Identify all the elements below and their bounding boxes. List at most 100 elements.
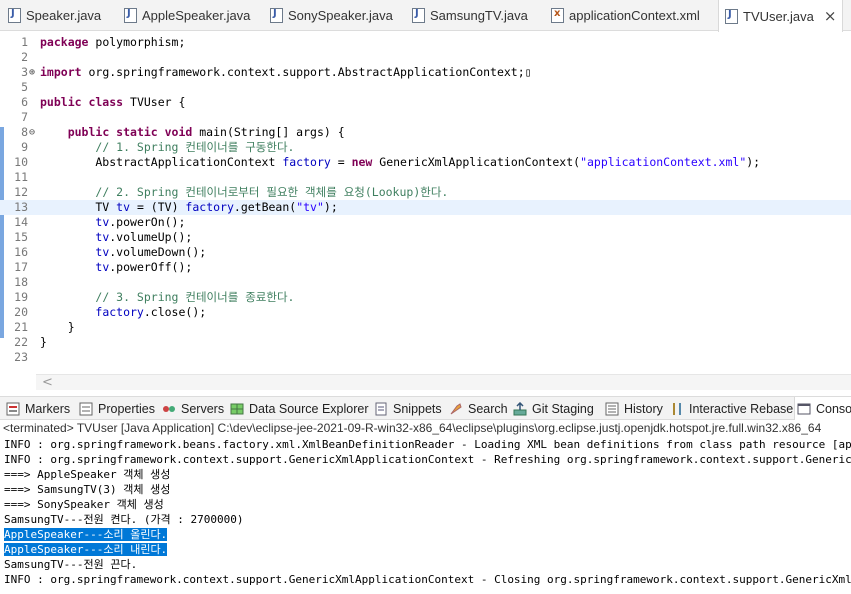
console-icon xyxy=(797,403,811,414)
code-line[interactable]: 2 xyxy=(0,50,851,65)
console-process-header: <terminated> TVUser [Java Application] C… xyxy=(3,421,822,435)
console-text: SamsungTV---전원 켠다. (가격 : 2700000) xyxy=(4,513,244,526)
code-line[interactable]: 3 ⊕ import org.springframework.context.sup… xyxy=(0,65,851,80)
java-file-icon xyxy=(8,8,21,23)
tab-markers[interactable]: Markers xyxy=(6,397,70,420)
tab-label: Properties xyxy=(98,401,155,416)
code-line[interactable]: 1 package polymorphism; xyxy=(0,35,851,50)
code-text: } xyxy=(40,320,75,334)
console-line[interactable]: AppleSpeaker---소리 올린다. xyxy=(0,527,851,542)
history-icon xyxy=(605,402,619,415)
tab-git-staging[interactable]: Git Staging xyxy=(513,397,594,420)
code-line[interactable]: 13 TV tv = (TV) factory.getBean("tv"); xyxy=(0,200,851,215)
console-text: SamsungTV---전원 끈다. xyxy=(4,558,138,571)
code-text: // 2. Spring 컨테이너로부터 필요한 객체를 요청(Lookup)한… xyxy=(95,185,449,199)
console-text: ===> AppleSpeaker 객체 생성 xyxy=(4,468,171,481)
line-number: 7 xyxy=(21,110,28,124)
search-icon xyxy=(450,402,462,414)
console-line[interactable]: INFO : org.springframework.context.suppo… xyxy=(0,452,851,467)
code-line[interactable]: 8 ⊖ public static void main(String[] args… xyxy=(0,125,851,140)
view-tab-bar: Markers Properties Servers Data Source E… xyxy=(0,396,851,420)
console-line[interactable]: ===> AppleSpeaker 객체 생성 xyxy=(0,467,851,482)
line-number: 22 xyxy=(14,335,28,349)
code-line[interactable]: 7 xyxy=(0,110,851,125)
code-line[interactable]: 20 factory.close(); xyxy=(0,305,851,320)
code-line[interactable]: 21 } xyxy=(0,320,851,335)
line-number: 23 xyxy=(14,350,28,364)
code-text: TV tv = (TV) factory.getBean("tv"); xyxy=(40,200,338,214)
code-text: import org.springframework.context.suppo… xyxy=(40,65,532,79)
code-line[interactable]: 12 // 2. Spring 컨테이너로부터 필요한 객체를 요청(Looku… xyxy=(0,185,851,200)
code-text: tv.powerOff(); xyxy=(95,260,193,274)
tab-applespeaker-java[interactable]: AppleSpeaker.java xyxy=(124,0,250,31)
line-number: 21 xyxy=(14,320,28,334)
console-line[interactable]: ===> SamsungTV(3) 객체 생성 xyxy=(0,482,851,497)
console-line[interactable]: SamsungTV---전원 끈다. xyxy=(0,557,851,572)
tab-label: History xyxy=(624,401,663,416)
git-staging-icon xyxy=(513,401,527,415)
tab-applicationcontext-xml[interactable]: applicationContext.xml xyxy=(551,0,700,31)
tab-history[interactable]: History xyxy=(605,397,663,420)
line-number: 10 xyxy=(14,155,28,169)
tab-label: AppleSpeaker.java xyxy=(142,8,251,23)
editor-tab-bar: Speaker.java AppleSpeaker.java SonySpeak… xyxy=(0,0,851,32)
code-text: // 3. Spring 컨테이너를 종료한다. xyxy=(95,290,295,304)
close-icon[interactable]: × xyxy=(824,7,837,25)
code-line[interactable]: 14 tv.powerOn(); xyxy=(0,215,851,230)
tab-label: Servers xyxy=(181,401,225,416)
code-text: factory.close(); xyxy=(95,305,207,319)
line-number: 13 xyxy=(14,200,28,214)
console-text: ===> SamsungTV(3) 객체 생성 xyxy=(4,483,171,496)
code-line[interactable]: 23 xyxy=(0,350,851,365)
tab-label: TVUser.java xyxy=(743,8,814,24)
tab-label: SamsungTV.java xyxy=(430,8,528,23)
code-line[interactable]: 16 tv.volumeDown(); xyxy=(0,245,851,260)
line-number: 1 xyxy=(21,35,28,49)
tab-servers[interactable]: Servers xyxy=(162,397,224,420)
markers-icon xyxy=(6,402,20,415)
code-line[interactable]: 10 AbstractApplicationContext factory = … xyxy=(0,155,851,170)
editor-horizontal-scrollbar[interactable]: < xyxy=(36,374,851,390)
scroll-left-icon[interactable]: < xyxy=(42,375,53,390)
servers-icon xyxy=(163,405,175,412)
console-line[interactable]: SamsungTV---전원 켠다. (가격 : 2700000) xyxy=(0,512,851,527)
line-number: 14 xyxy=(14,215,28,229)
code-text: tv.volumeUp(); xyxy=(95,230,193,244)
tab-samsungtv-java[interactable]: SamsungTV.java xyxy=(412,0,528,31)
code-line[interactable]: 15 tv.volumeUp(); xyxy=(0,230,851,245)
java-file-icon xyxy=(725,8,738,24)
expand-fold-icon[interactable]: ⊕ xyxy=(29,65,39,80)
tab-tvuser-java[interactable]: TVUser.java × xyxy=(718,0,844,32)
tab-speaker-java[interactable]: Speaker.java xyxy=(8,0,101,31)
code-line[interactable]: 6 public class TVUser { xyxy=(0,95,851,110)
code-line[interactable]: 17 tv.powerOff(); xyxy=(0,260,851,275)
tab-console[interactable]: Console xyxy=(794,397,851,420)
java-file-icon xyxy=(270,8,283,23)
code-line[interactable]: 19 // 3. Spring 컨테이너를 종료한다. xyxy=(0,290,851,305)
tab-search[interactable]: Search xyxy=(449,397,508,420)
code-line[interactable]: 18 xyxy=(0,275,851,290)
code-editor[interactable]: < 1 package polymorphism; 2 3 ⊕ import org.sp… xyxy=(0,32,851,390)
tab-data-source-explorer[interactable]: Data Source Explorer xyxy=(230,397,369,420)
tab-label: Search xyxy=(468,401,508,416)
tab-sonyspeaker-java[interactable]: SonySpeaker.java xyxy=(270,0,393,31)
code-line[interactable]: 22} xyxy=(0,335,851,350)
java-file-icon xyxy=(412,8,425,23)
console-line[interactable]: INFO : org.springframework.context.suppo… xyxy=(0,572,851,587)
tab-properties[interactable]: Properties xyxy=(79,397,155,420)
console-line[interactable]: INFO : org.springframework.beans.factory… xyxy=(0,437,851,452)
collapse-fold-icon[interactable]: ⊖ xyxy=(29,125,39,140)
tab-label: Snippets xyxy=(393,401,442,416)
console-line[interactable]: ===> SonySpeaker 객체 생성 xyxy=(0,497,851,512)
line-number: 20 xyxy=(14,305,28,319)
tab-label: Interactive Rebase xyxy=(689,401,794,416)
tab-label: Data Source Explorer xyxy=(249,401,369,416)
console-text: INFO : org.springframework.context.suppo… xyxy=(4,453,851,466)
code-line[interactable]: 11 xyxy=(0,170,851,185)
tab-interactive-rebase[interactable]: Interactive Rebase xyxy=(670,397,793,420)
console-line[interactable]: AppleSpeaker---소리 내린다. xyxy=(0,542,851,557)
snippets-icon xyxy=(375,402,387,415)
code-line[interactable]: 9 // 1. Spring 컨테이너를 구동한다. xyxy=(0,140,851,155)
tab-snippets[interactable]: Snippets xyxy=(374,397,442,420)
code-line[interactable]: 5 xyxy=(0,80,851,95)
